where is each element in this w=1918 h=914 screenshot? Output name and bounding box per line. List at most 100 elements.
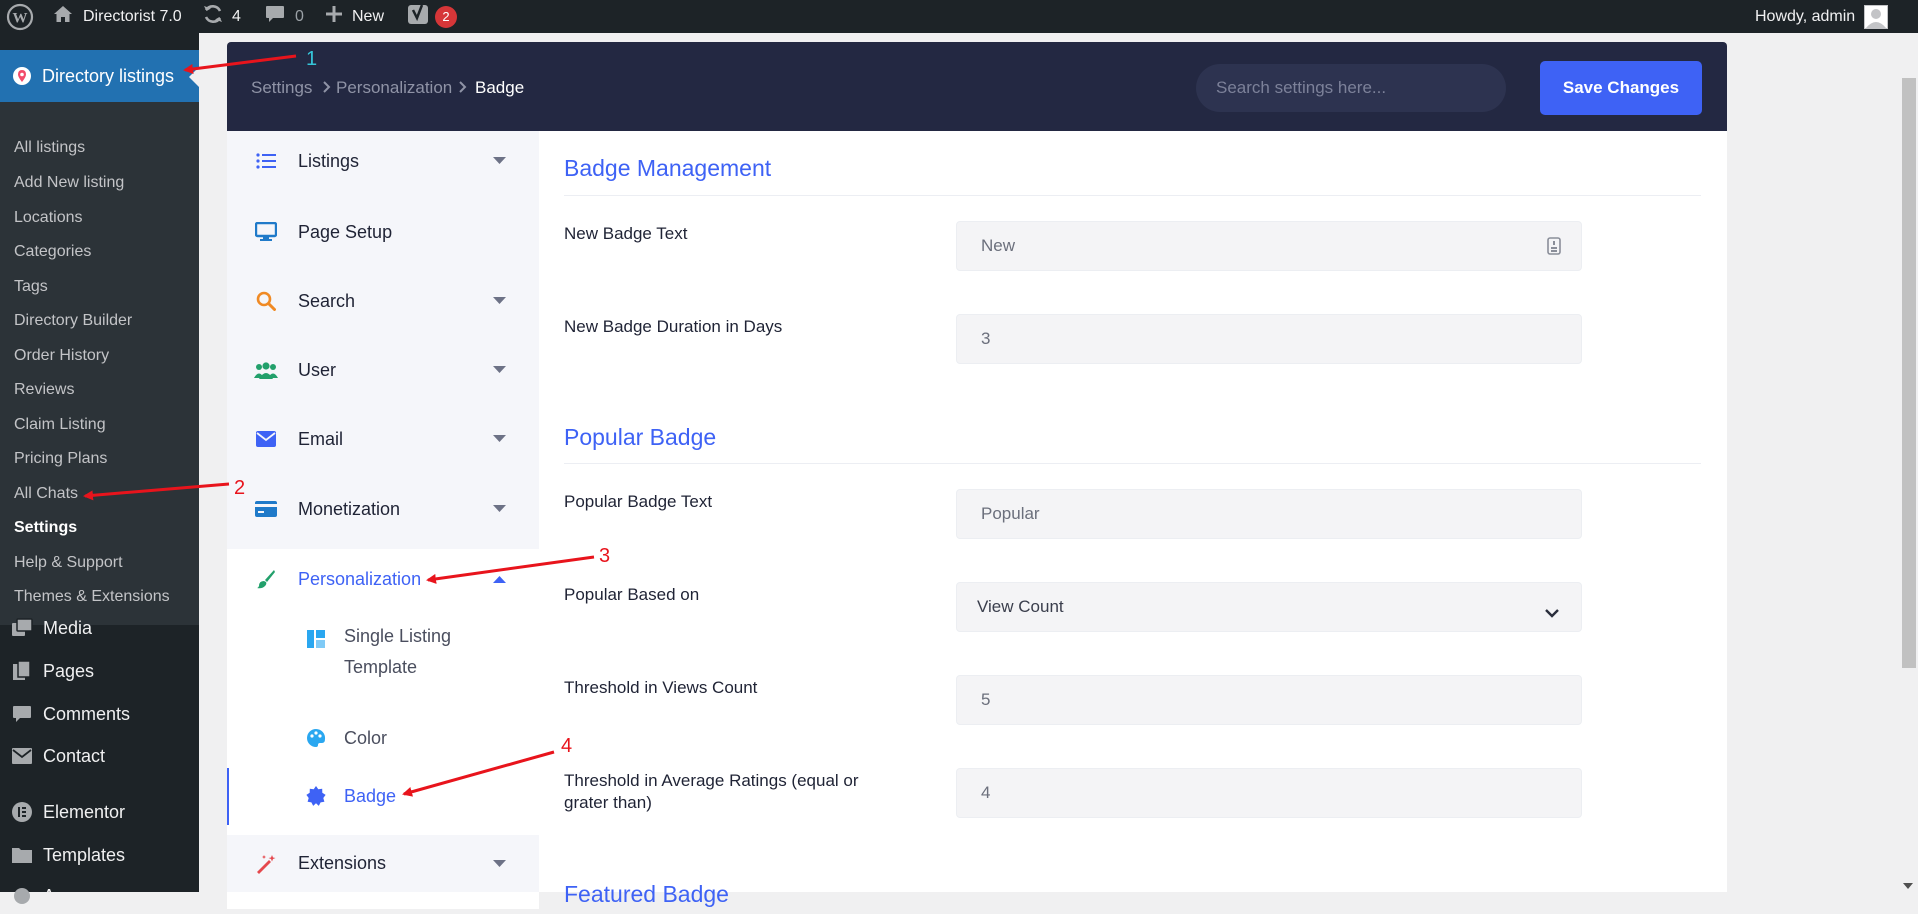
nav-user[interactable]: User — [227, 340, 539, 400]
appearance-icon — [9, 886, 35, 906]
envelope-icon — [254, 427, 278, 451]
nav-page-setup-label: Page Setup — [298, 221, 393, 242]
nav-search[interactable]: Search — [227, 271, 539, 331]
nav-search-label: Search — [298, 290, 356, 311]
directory-submenu: All listings Add New listing Locations C… — [0, 102, 199, 625]
section-divider — [564, 195, 1701, 196]
my-account-item[interactable]: Howdy, admin — [1755, 0, 1889, 33]
submenu-all-chats[interactable]: All Chats — [14, 485, 78, 503]
annotation-number-3: 3 — [599, 545, 611, 567]
submenu-all-listings[interactable]: All listings — [14, 139, 85, 157]
media-icon — [9, 618, 35, 638]
menu-media-label: Media — [43, 617, 93, 638]
nav-page-setup[interactable]: Page Setup — [227, 202, 539, 262]
submenu-tags[interactable]: Tags — [14, 278, 48, 296]
sub-nav-single-listing-template[interactable]: Single Listing Template — [227, 625, 539, 695]
caret-down-icon — [493, 361, 506, 379]
annotation-number-1: 1 — [306, 48, 318, 70]
submenu-order-history[interactable]: Order History — [14, 347, 109, 365]
nav-monetization[interactable]: Monetization — [227, 479, 539, 539]
elementor-icon — [9, 801, 35, 823]
settings-search-input[interactable] — [1196, 64, 1506, 112]
new-label: New — [352, 7, 385, 25]
avatar — [1864, 4, 1889, 29]
nav-monetization-label: Monetization — [298, 498, 401, 519]
submenu-directory-builder[interactable]: Directory Builder — [14, 312, 132, 330]
folder-icon — [9, 846, 35, 864]
submenu-reviews[interactable]: Reviews — [14, 381, 74, 399]
menu-templates[interactable]: Templates — [0, 837, 199, 873]
current-menu-pointer — [189, 67, 199, 87]
threshold-ratings-label: Threshold in Average Ratings (equal or g… — [564, 771, 859, 812]
nav-listings-label: Listings — [298, 150, 360, 171]
new-badge-duration-input[interactable]: 3 — [956, 314, 1582, 364]
updates-item[interactable]: 4 — [202, 0, 241, 33]
menu-appearance[interactable]: A... — [0, 878, 199, 914]
submenu-settings[interactable]: Settings — [14, 519, 77, 537]
settings-nav: Listings Page Setup Search User Email Mo… — [227, 131, 539, 909]
directorist-icon — [12, 66, 32, 86]
scroll-down-arrow-icon[interactable] — [1903, 877, 1913, 895]
breadcrumb-personalization[interactable]: Personalization — [336, 78, 452, 98]
menu-directory-listings-label: Directory listings — [42, 65, 175, 86]
wordpress-logo-icon[interactable]: W — [6, 0, 34, 33]
submenu-categories[interactable]: Categories — [14, 243, 91, 261]
popular-based-on-select[interactable]: View Count — [956, 582, 1582, 632]
yoast-logo-icon — [407, 2, 429, 31]
sub-nav-color[interactable]: Color — [227, 723, 539, 763]
nav-user-label: User — [298, 359, 337, 380]
submenu-pricing-plans[interactable]: Pricing Plans — [14, 450, 107, 468]
sub-nav-single-listing-template-label: Single Listing Template — [344, 626, 452, 677]
admin-menu: Directory listings All listings Add New … — [0, 33, 199, 906]
menu-pages-label: Pages — [43, 660, 95, 681]
comments-item[interactable]: 0 — [265, 0, 304, 33]
sub-nav-color-label: Color — [344, 728, 388, 748]
submenu-locations[interactable]: Locations — [14, 209, 83, 227]
palette-icon — [306, 728, 326, 753]
menu-media[interactable]: Media — [0, 610, 199, 646]
pages-icon — [9, 660, 35, 682]
nav-extensions-label: Extensions — [298, 853, 387, 873]
plus-icon — [326, 6, 342, 27]
threshold-ratings-value: 4 — [981, 783, 991, 802]
nav-email[interactable]: Email — [227, 409, 539, 469]
comments-count: 0 — [295, 7, 304, 25]
submenu-themes-extensions[interactable]: Themes & Extensions — [14, 588, 170, 606]
site-name: Directorist 7.0 — [83, 7, 182, 25]
settings-header: Settings Personalization Badge Save Chan… — [227, 42, 1727, 131]
breadcrumb-settings[interactable]: Settings — [251, 78, 312, 98]
popular-badge-text-input[interactable]: Popular — [956, 489, 1582, 539]
yoast-count-badge: 2 — [435, 5, 457, 28]
threshold-ratings-input[interactable]: 4 — [956, 768, 1582, 818]
threshold-views-value: 5 — [981, 690, 991, 709]
section-divider — [564, 463, 1701, 464]
updates-count: 4 — [232, 7, 241, 25]
nav-extensions[interactable]: Extensions — [227, 835, 539, 892]
yoast-item[interactable]: 2 — [407, 0, 457, 33]
new-content-item[interactable]: New — [326, 0, 384, 33]
submenu-add-new-listing[interactable]: Add New listing — [14, 174, 124, 192]
new-badge-text-label: New Badge Text — [564, 224, 688, 243]
menu-directory-listings[interactable]: Directory listings — [0, 50, 199, 102]
new-badge-text-input[interactable]: New — [956, 221, 1582, 271]
threshold-views-input[interactable]: 5 — [956, 675, 1582, 725]
save-changes-button[interactable]: Save Changes — [1540, 61, 1702, 115]
site-name-item[interactable]: Directorist 7.0 — [53, 0, 182, 33]
menu-comments[interactable]: Comments — [0, 696, 199, 732]
menu-elementor[interactable]: Elementor — [0, 794, 199, 830]
sub-nav-badge-label: Badge — [344, 786, 397, 806]
menu-contact[interactable]: Contact — [0, 738, 199, 774]
section-title-badge-management: Badge Management — [564, 155, 772, 181]
sub-nav-badge[interactable]: Badge — [227, 768, 539, 825]
new-badge-duration-label: New Badge Duration in Days — [564, 317, 783, 336]
home-icon — [53, 5, 73, 28]
nav-listings[interactable]: Listings — [227, 131, 539, 191]
annotation-number-2: 2 — [234, 477, 246, 499]
submenu-help-support[interactable]: Help & Support — [14, 554, 123, 572]
menu-elementor-label: Elementor — [43, 801, 126, 822]
nav-email-label: Email — [298, 428, 344, 449]
page-scrollbar-thumb[interactable] — [1902, 78, 1916, 668]
popular-badge-text-value: Popular — [981, 504, 1040, 523]
submenu-claim-listing[interactable]: Claim Listing — [14, 416, 106, 434]
menu-pages[interactable]: Pages — [0, 653, 199, 689]
